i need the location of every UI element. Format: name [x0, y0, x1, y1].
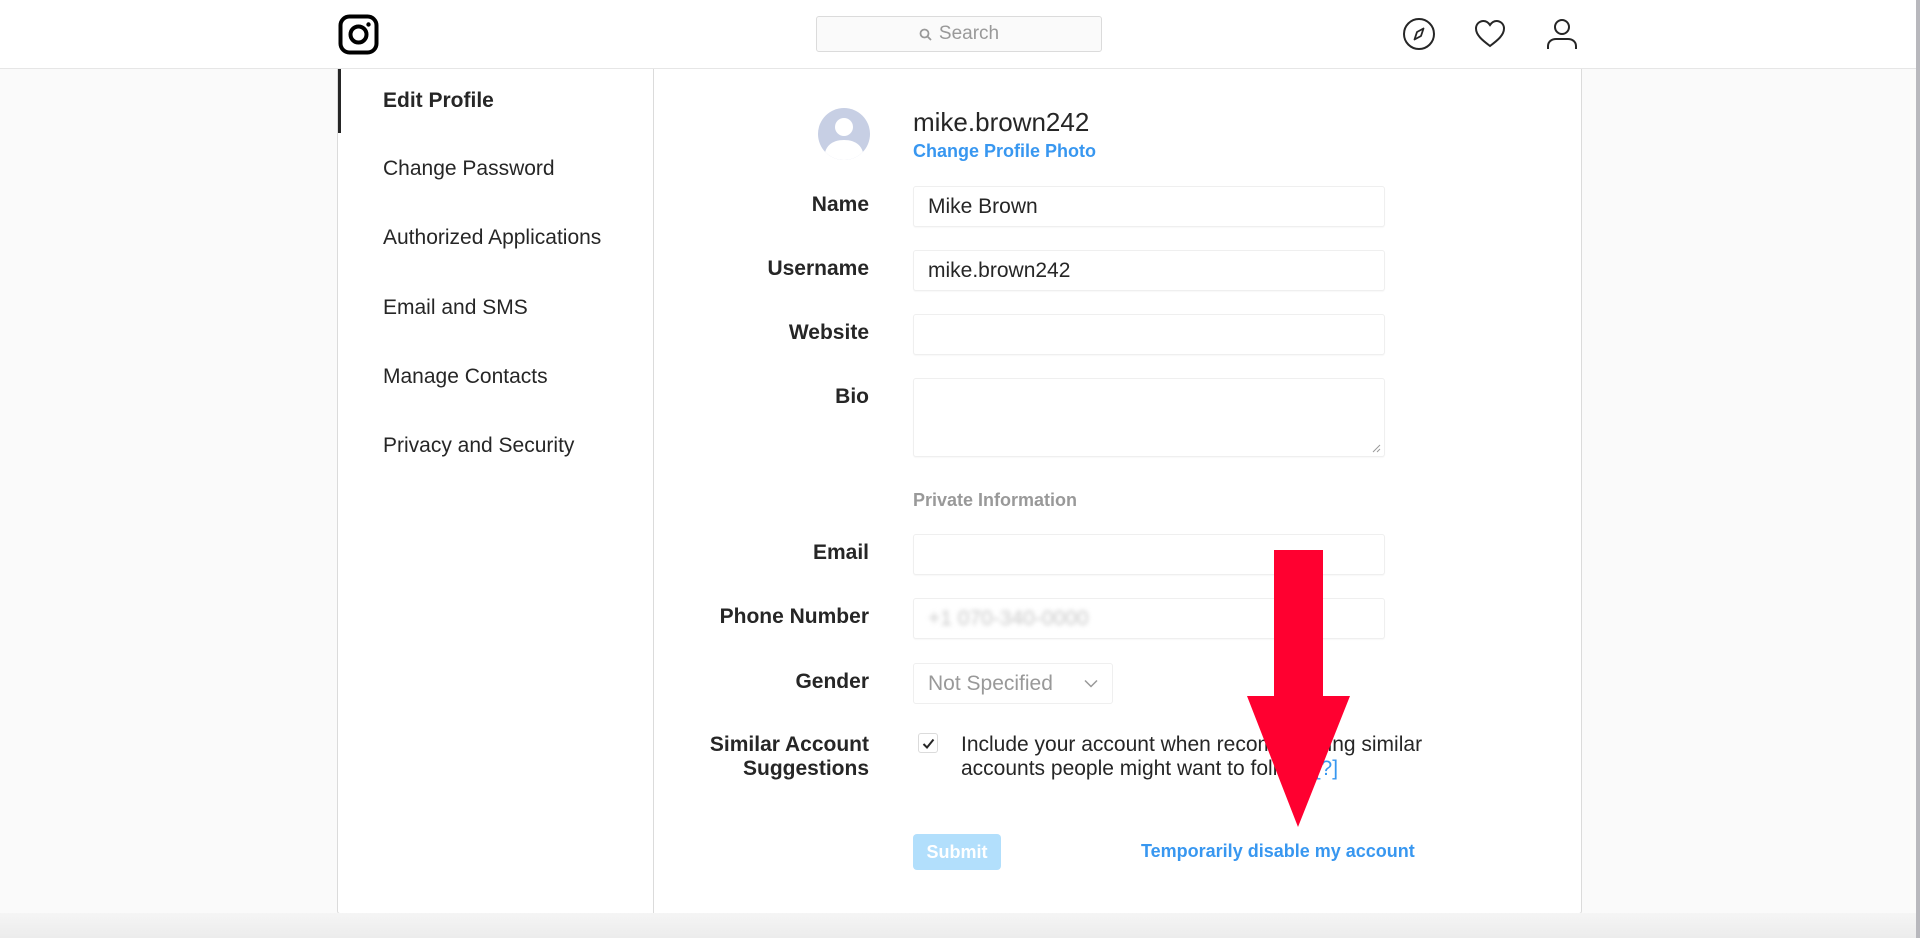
page-bottom — [0, 913, 1916, 938]
search-placeholder: Search — [938, 23, 1000, 44]
sidebar-item-label: Authorized Applications — [383, 226, 602, 249]
sidebar-item-label: Edit Profile — [383, 89, 494, 112]
email-label: Email — [812, 541, 869, 564]
chevron-down-icon — [1084, 679, 1098, 688]
heart-icon[interactable] — [1472, 16, 1508, 52]
bio-textarea[interactable] — [913, 378, 1385, 457]
profile-username: mike.brown242 — [913, 107, 1090, 137]
sidebar-item-edit-profile[interactable]: Edit Profile — [338, 69, 653, 133]
sidebar-item-label: Email and SMS — [383, 296, 528, 319]
name-value: Mike Brown — [928, 194, 1038, 218]
name-input[interactable]: Mike Brown — [913, 186, 1385, 227]
resize-grip-icon[interactable] — [1372, 444, 1381, 453]
gender-select[interactable]: Not Specified — [913, 663, 1113, 704]
username-value: mike.brown242 — [928, 258, 1071, 282]
phone-number-value: +1 070-340-0000 — [928, 606, 1089, 630]
temporarily-disable-account-link[interactable]: Temporarily disable my account — [1141, 841, 1415, 862]
similar-account-description: Include your account when recommending s… — [961, 733, 1481, 781]
checkmark-icon — [922, 738, 934, 749]
window-scrollbar[interactable] — [1916, 0, 1920, 938]
top-nav-bar: Search — [0, 0, 1916, 69]
gender-label: Gender — [795, 670, 869, 693]
sidebar-item-label: Privacy and Security — [383, 434, 575, 457]
instagram-logo-icon[interactable] — [338, 14, 379, 55]
sidebar-item-change-password[interactable]: Change Password — [338, 137, 653, 201]
submit-button[interactable]: Submit — [913, 834, 1001, 870]
website-input[interactable] — [913, 314, 1385, 355]
similar-account-checkbox[interactable] — [918, 733, 938, 753]
sidebar-item-label: Change Password — [383, 157, 555, 180]
similar-label-line2: Suggestions — [742, 757, 869, 780]
user-icon[interactable] — [1544, 16, 1580, 52]
compass-icon[interactable] — [1401, 16, 1437, 52]
similar-account-suggestions-label: Similar Account Suggestions — [338, 733, 869, 781]
gender-value: Not Specified — [928, 671, 1053, 695]
phone-number-label: Phone Number — [719, 605, 869, 628]
username-label: Username — [767, 257, 869, 280]
avatar[interactable] — [818, 108, 870, 160]
name-label: Name — [811, 193, 869, 216]
similar-label-line1: Similar Account — [709, 733, 869, 756]
private-information-heading: Private Information — [913, 490, 1078, 510]
search-input[interactable]: Search — [816, 16, 1102, 52]
bio-label: Bio — [835, 385, 869, 408]
red-arrow-annotation-icon — [1247, 550, 1350, 827]
change-profile-photo-link[interactable]: Change Profile Photo — [913, 141, 1096, 162]
default-avatar-icon — [818, 108, 870, 160]
search-icon — [919, 28, 932, 41]
username-input[interactable]: mike.brown242 — [913, 250, 1385, 291]
sidebar-item-privacy-and-security[interactable]: Privacy and Security — [338, 414, 653, 478]
website-label: Website — [788, 321, 869, 344]
settings-panel: Edit Profile Change Password Authorized … — [337, 69, 1582, 914]
